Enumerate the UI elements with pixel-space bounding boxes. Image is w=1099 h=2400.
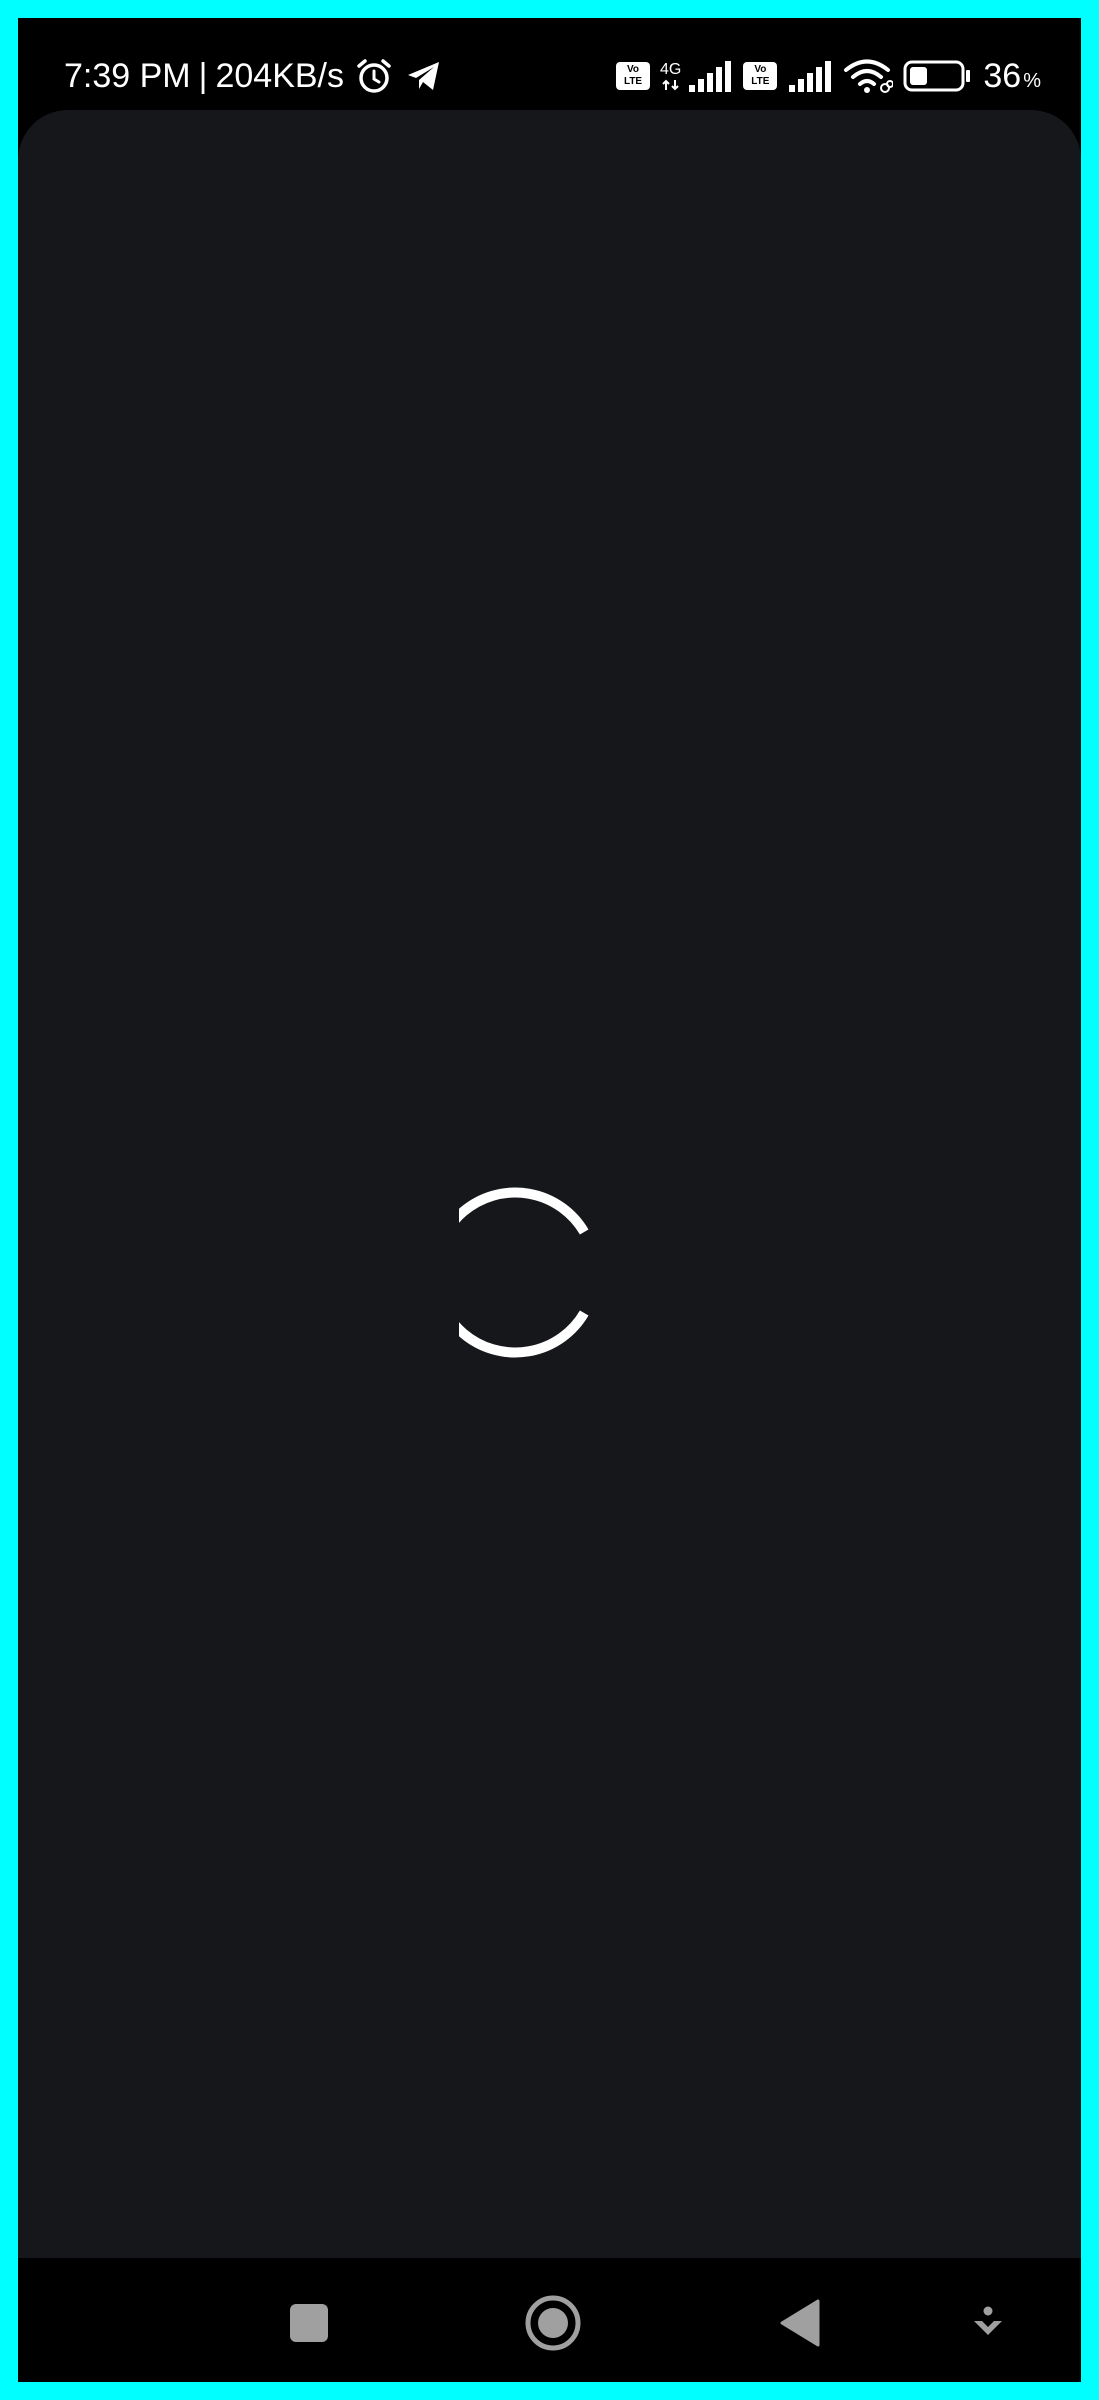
recents-button[interactable] [274, 2288, 344, 2358]
status-bar: 7:39 PM | 204KB/s Vo LTE 4G Vo LTE 36 % [18, 18, 1081, 110]
battery-fill [910, 67, 928, 85]
back-button[interactable] [765, 2288, 835, 2358]
signal-icon-2 [789, 61, 832, 92]
signal-icon [689, 61, 732, 92]
wifi-icon [844, 59, 894, 93]
navigation-bar [18, 2258, 1081, 2382]
accessibility-button[interactable] [963, 2298, 1013, 2348]
volte-top-label-2: Vo [754, 64, 767, 75]
battery-unit: % [1023, 69, 1041, 92]
app-content [18, 110, 1081, 2258]
home-icon [525, 2295, 581, 2351]
telegram-icon [404, 56, 444, 96]
volte-top-label: Vo [627, 64, 640, 75]
data-arrows-icon [661, 79, 679, 91]
battery-value: 36 [983, 56, 1022, 95]
volte-icon: Vo LTE [616, 62, 651, 90]
network-type-label: 4G [660, 61, 682, 78]
accessibility-icon [974, 2306, 1002, 2335]
volte-bottom-label-2: LTE [751, 76, 770, 87]
network-type-indicator: 4G [660, 61, 681, 91]
volte-bottom-label: LTE [623, 76, 643, 87]
battery-icon [903, 60, 971, 92]
loading-spinner-icon [459, 1187, 589, 1358]
status-right: Vo LTE 4G Vo LTE 36 % [616, 54, 1041, 98]
back-icon [780, 2299, 820, 2347]
home-button[interactable] [516, 2286, 590, 2360]
status-separator: | [198, 56, 208, 95]
alarm-icon [354, 56, 394, 96]
status-time: 7:39 PM [64, 56, 191, 95]
network-speed: 204KB/s [215, 56, 344, 95]
device-frame: 7:39 PM | 204KB/s Vo LTE 4G Vo LTE 36 % [18, 18, 1081, 2382]
recents-icon [290, 2304, 328, 2342]
volte-icon-2: Vo LTE [743, 62, 778, 90]
battery-percent: 36 % [983, 57, 1041, 96]
status-left: 7:39 PM | 204KB/s [64, 56, 444, 96]
